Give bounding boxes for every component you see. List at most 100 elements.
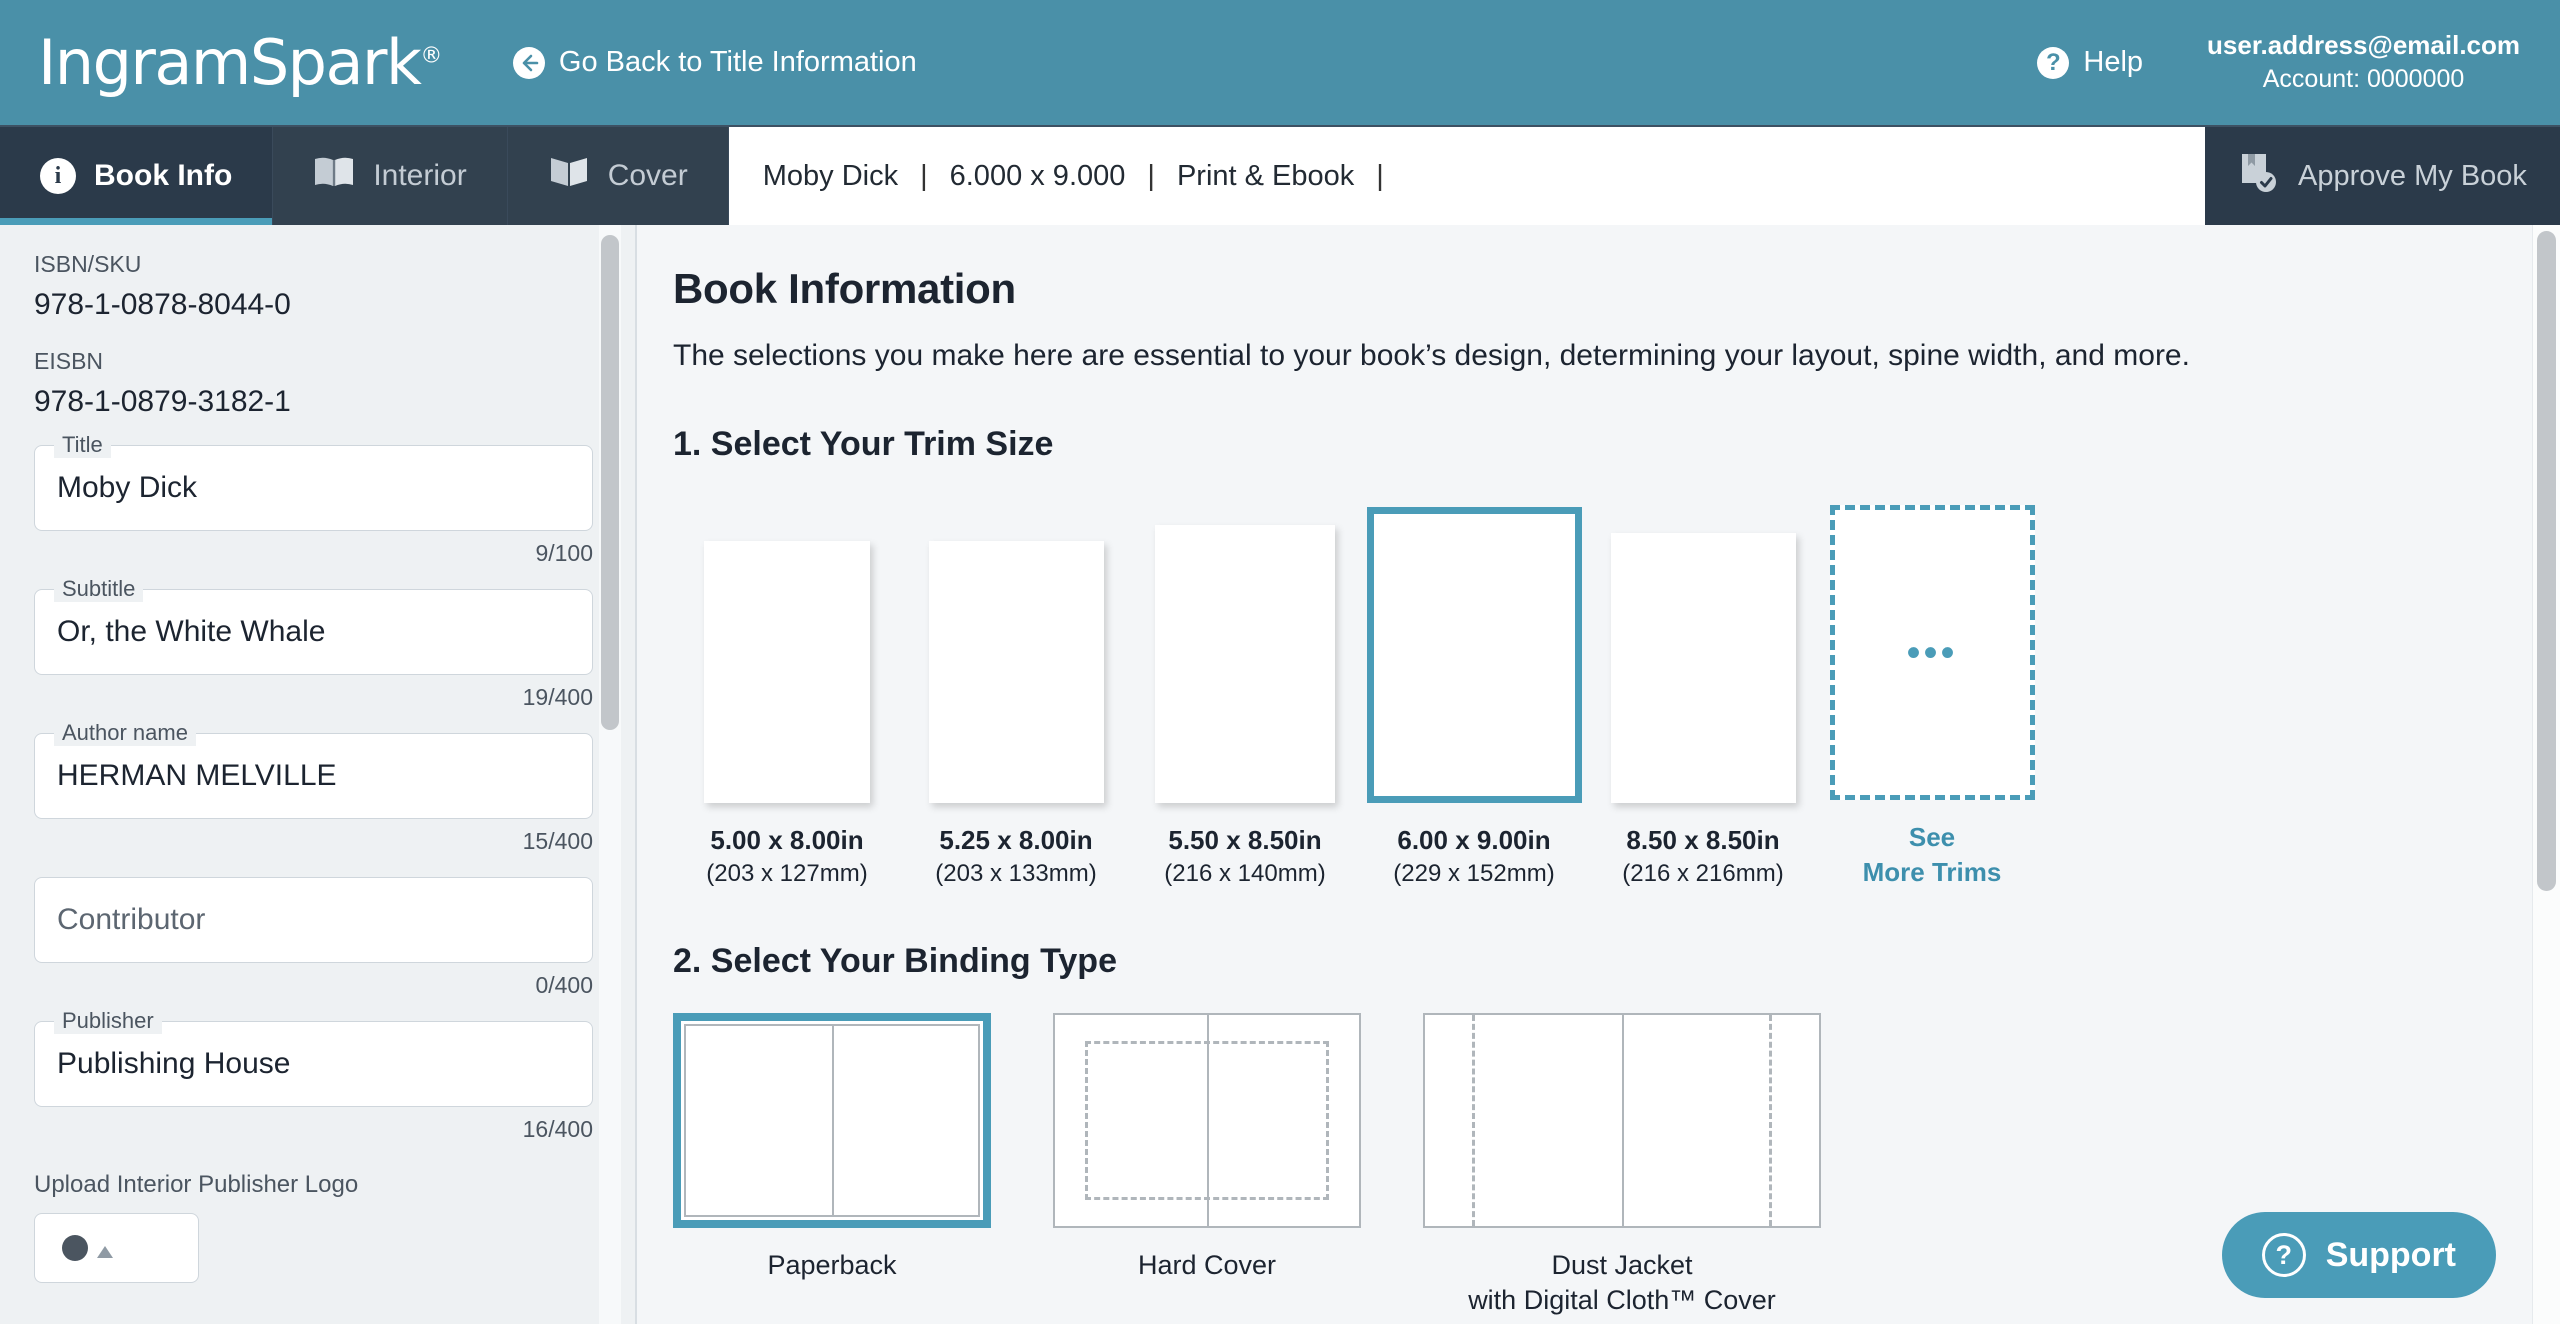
support-button[interactable]: ? Support (2221, 1212, 2496, 1298)
title-input[interactable]: Moby Dick (34, 445, 593, 531)
trim-label-mm: (229 x 152mm) (1393, 859, 1555, 887)
field-publisher: Publisher Publishing House 16/400 (34, 1008, 593, 1143)
main-navbar: i Book Info Interior Cover Moby Dick | 6… (0, 125, 2560, 225)
trim-label-inches: 5.25 x 8.00in (939, 824, 1093, 855)
binding-option-dust-jacket-label: Dust Jacket with Digital Cloth™ Cover (1468, 1248, 1776, 1318)
trim-option-6x9[interactable]: 6.00 x 9.00in (229 x 152mm) (1360, 503, 1588, 890)
trim-label-inches: 6.00 x 9.00in (1397, 824, 1551, 855)
registered-mark: ® (420, 42, 442, 68)
tab-interior-label: Interior (373, 159, 467, 192)
see-more-trims-card: ••• (1829, 505, 2035, 800)
trim-option-55x85[interactable]: 5.50 x 8.50in (216 x 140mm) (1131, 503, 1359, 890)
account-email: user.address@email.com (2207, 30, 2520, 61)
trim-label-mm: (216 x 140mm) (1164, 859, 1326, 887)
help-label: Help (2083, 46, 2144, 78)
book-details-sidebar: ISBN/SKU 978-1-0878-8044-0 EISBN 978-1-0… (0, 225, 635, 1324)
trim-option-525x8[interactable]: 5.25 x 8.00in (203 x 133mm) (902, 503, 1130, 890)
field-author-name-legend: Author name (54, 720, 196, 746)
binding-type-section-title: 2. Select Your Binding Type (673, 942, 1117, 981)
app-header: IngramSpark® Go Back to Title Informatio… (0, 0, 2560, 125)
account-number: Account: 0000000 (2262, 65, 2465, 94)
trim-label-inches: 5.50 x 8.50in (1168, 824, 1322, 855)
trim-card-holder (902, 503, 1130, 803)
trim-card-holder: ••• (1818, 500, 2046, 800)
field-subtitle-legend: Subtitle (54, 576, 144, 602)
main-scrollbar-thumb[interactable] (2537, 231, 2556, 891)
trim-label-mm: (203 x 127mm) (706, 859, 868, 887)
breadcrumb-separator-2: | (1147, 159, 1155, 192)
go-back-link[interactable]: Go Back to Title Information (512, 46, 917, 79)
book-check-icon (2238, 151, 2278, 201)
contributor-counter: 0/400 (535, 972, 593, 998)
approve-my-book-button[interactable]: Approve My Book (2205, 127, 2560, 225)
ellipsis-icon: ••• (1906, 630, 1958, 675)
sidebar-scrollbar-thumb[interactable] (601, 235, 619, 730)
fold-line-right (1769, 1015, 1772, 1227)
dashed-inset-outline (1085, 1041, 1329, 1201)
trim-card-preview (704, 540, 870, 803)
upload-logo-label: Upload Interior Publisher Logo (34, 1171, 359, 1198)
header-right-group: ? Help user.address@email.com Account: 0… (2037, 28, 2560, 97)
page-title: Book Information (673, 265, 1016, 312)
isbn-value: 978-1-0878-8044-0 (34, 288, 291, 321)
trim-card-preview (928, 540, 1104, 803)
question-circle-icon: ? (2261, 1233, 2306, 1277)
binding-option-paperback-label: Paperback (767, 1250, 897, 1281)
go-back-label: Go Back to Title Information (558, 46, 917, 78)
trim-card-holder (1131, 503, 1359, 803)
trim-option-5x8[interactable]: 5.00 x 8.00in (203 x 127mm) (673, 503, 901, 890)
binding-option-hard-cover-label: Hard Cover (1137, 1250, 1277, 1281)
binding-option-dust-jacket[interactable]: Dust Jacket with Digital Cloth™ Cover (1423, 1013, 1821, 1318)
upload-logo-button[interactable] (34, 1213, 199, 1283)
tab-interior[interactable]: Interior (273, 127, 508, 225)
binding-option-hard-cover[interactable]: Hard Cover (1053, 1013, 1361, 1318)
see-more-trims-line1: See (1908, 822, 1956, 852)
eisbn-value: 978-1-0879-3182-1 (34, 385, 291, 418)
breadcrumb: Moby Dick | 6.000 x 9.000 | Print & Eboo… (728, 127, 2205, 225)
dust-jacket-line2: with Digital Cloth™ Cover (1468, 1285, 1776, 1316)
tab-book-info[interactable]: i Book Info (0, 127, 274, 225)
breadcrumb-title: Moby Dick (762, 159, 899, 192)
page-description: The selections you make here are essenti… (673, 339, 2190, 372)
isbn-label: ISBN/SKU (34, 251, 142, 277)
trim-card-preview-selected (1366, 506, 1582, 803)
arrow-left-circle-icon (512, 46, 545, 79)
title-counter: 9/100 (535, 540, 593, 566)
breadcrumb-separator-1: | (920, 159, 928, 192)
contributor-input[interactable]: Contributor (34, 877, 593, 963)
binding-option-paperback[interactable]: Paperback (673, 1013, 991, 1318)
field-author-name: Author name HERMAN MELVILLE 15/400 (34, 720, 593, 855)
binding-inner-preview (684, 1024, 980, 1218)
help-link[interactable]: ? Help (2037, 46, 2143, 79)
open-book-icon (313, 155, 355, 197)
dust-jacket-line1: Dust Jacket (1551, 1250, 1693, 1281)
binding-card-dust-jacket (1423, 1013, 1821, 1229)
subtitle-counter: 19/400 (522, 684, 593, 710)
trim-label-mm: (203 x 133mm) (935, 859, 1097, 887)
tab-book-info-label: Book Info (94, 159, 233, 192)
trim-option-85x85[interactable]: 8.50 x 8.50in (216 x 216mm) (1589, 503, 1817, 890)
trim-card-preview (1610, 532, 1796, 803)
trim-option-see-more-trims[interactable]: ••• See More Trims (1818, 500, 2046, 890)
author-name-counter: 15/400 (522, 828, 593, 854)
trim-option-5x8-label: 5.00 x 8.00in (203 x 127mm) (706, 823, 867, 890)
see-more-trims-line2: More Trims (1862, 857, 2002, 888)
breadcrumb-trim: 6.000 x 9.000 (949, 159, 1126, 192)
breadcrumb-format: Print & Ebook (1176, 159, 1355, 192)
closed-book-icon (548, 155, 590, 197)
field-title-legend: Title (54, 432, 111, 458)
trim-size-options: 5.00 x 8.00in (203 x 127mm) 5.25 x 8.00i… (673, 500, 2560, 890)
trim-card-holder (1360, 503, 1588, 803)
trim-option-525x8-label: 5.25 x 8.00in (203 x 133mm) (935, 823, 1096, 890)
field-subtitle: Subtitle Or, the White Whale 19/400 (34, 576, 593, 711)
info-circle-icon: i (40, 158, 76, 194)
account-block[interactable]: user.address@email.com Account: 0000000 (2207, 28, 2520, 97)
trim-card-holder (1589, 503, 1817, 803)
trim-option-85x85-label: 8.50 x 8.50in (216 x 216mm) (1622, 823, 1783, 890)
book-information-panel: Book Information The selections you make… (637, 225, 2560, 1324)
publisher-counter: 16/400 (522, 1116, 593, 1142)
see-more-trims-label: See More Trims (1863, 820, 2002, 890)
tab-cover[interactable]: Cover (507, 127, 729, 225)
approve-my-book-label: Approve My Book (2298, 159, 2527, 192)
upload-image-icon (35, 1235, 121, 1272)
